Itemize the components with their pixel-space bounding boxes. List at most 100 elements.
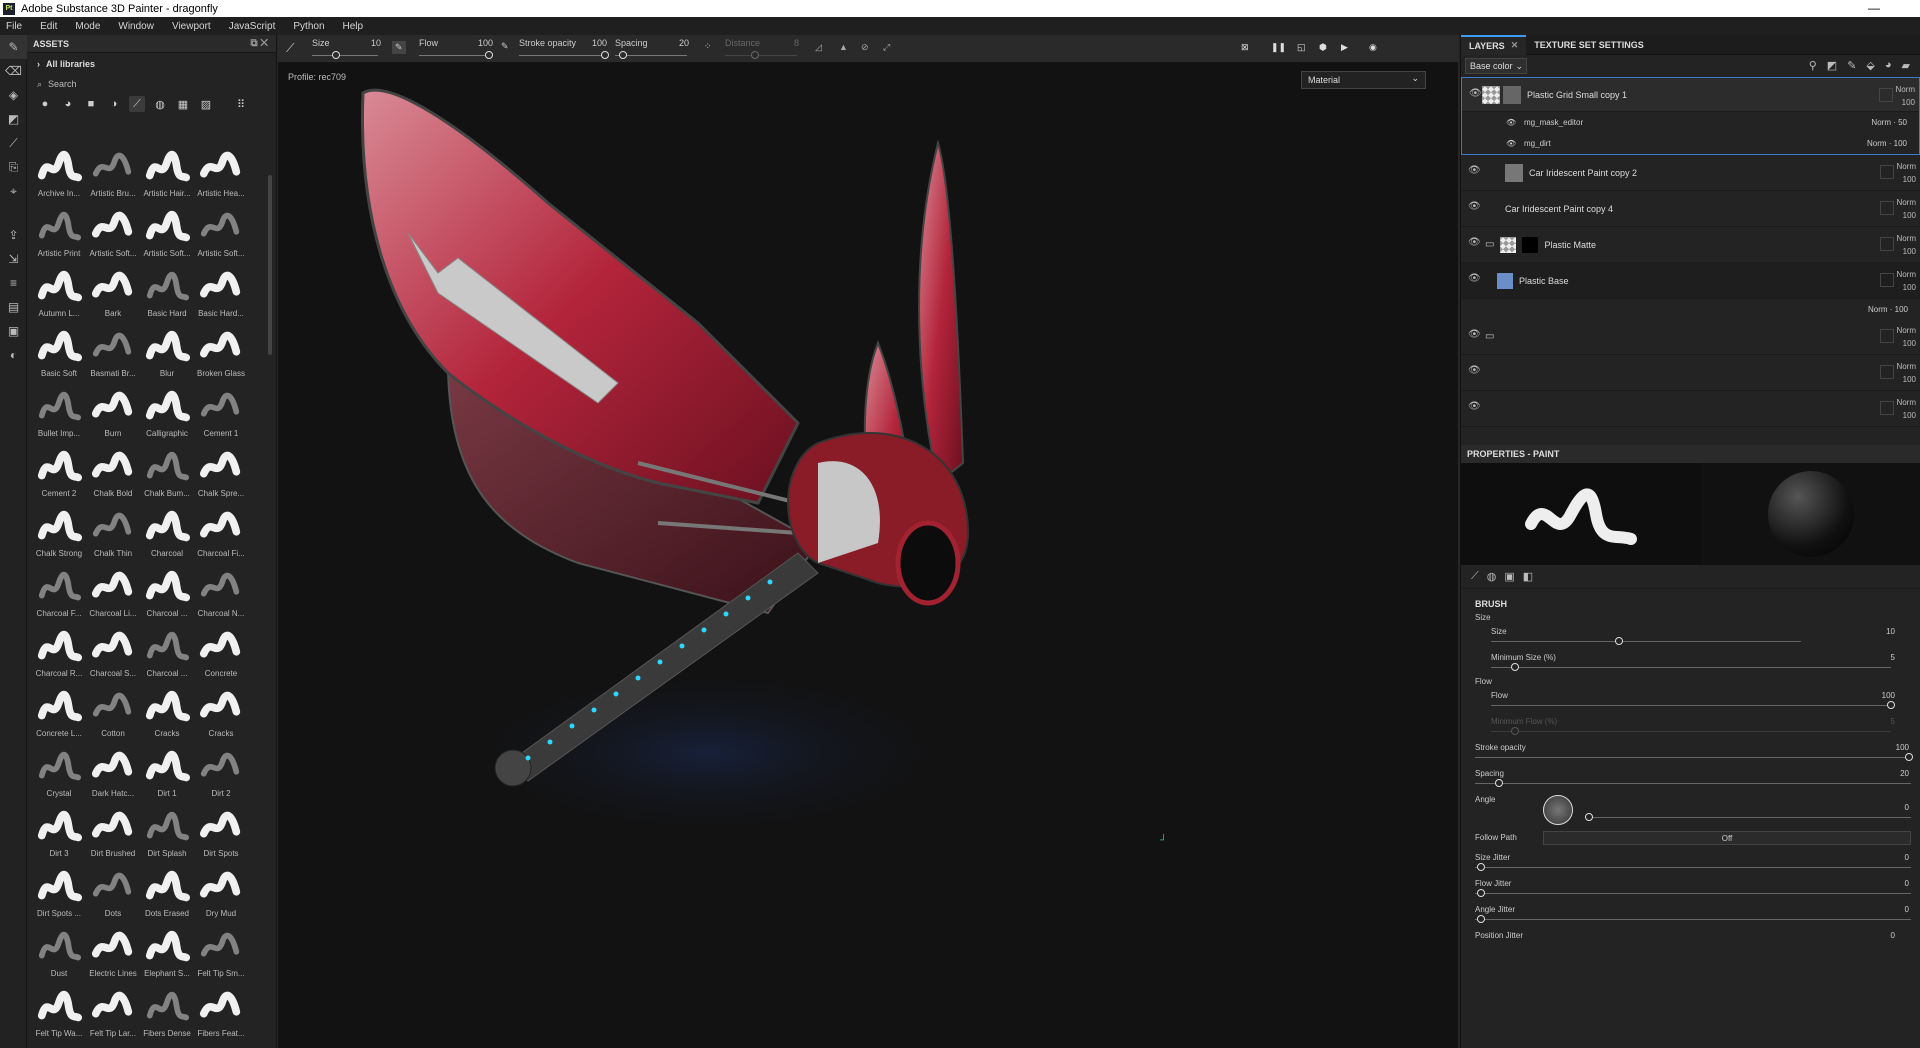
min-size-slider-row[interactable]: Minimum Size (%) 5: [1491, 651, 1920, 677]
brush-item[interactable]: Artistic Hair...: [141, 143, 193, 203]
alpha-filter-icon[interactable]: ◍: [152, 96, 168, 112]
menu-edit[interactable]: Edit: [40, 21, 57, 32]
brush-item[interactable]: Charcoal: [141, 503, 193, 563]
spacing-knob[interactable]: [1495, 779, 1503, 787]
toolbar-distance-knob[interactable]: [751, 50, 759, 59]
flow-slider-row[interactable]: Flow 100: [1491, 689, 1920, 715]
layer-row[interactable]: 👁 Car Iridescent Paint copy 4 Norm 100: [1461, 191, 1920, 227]
brush-item[interactable]: Electric Lines: [87, 923, 139, 983]
toolbar-flow-slider[interactable]: [419, 54, 491, 56]
sublayer-blend[interactable]: Norm · 50: [1871, 118, 1907, 127]
shelf-icon[interactable]: ▤: [0, 295, 27, 319]
eye-icon[interactable]: 👁: [1468, 165, 1481, 176]
transform-icon[interactable]: ⤢: [883, 42, 890, 53]
brush-item[interactable]: Dust: [33, 923, 85, 983]
brush-item[interactable]: Cotton: [87, 683, 139, 743]
alpha-tab-icon[interactable]: ◍: [1487, 570, 1497, 583]
brush-item[interactable]: Artistic Print: [33, 203, 85, 263]
brush-item[interactable]: Felt Tip Lar...: [87, 983, 139, 1043]
close-icon[interactable]: ✕: [1511, 40, 1519, 51]
layer-mask-slot[interactable]: [1880, 201, 1894, 215]
bake-icon[interactable]: ⇪: [0, 223, 27, 247]
brush-item[interactable]: Charcoal Li...: [87, 563, 139, 623]
menu-file[interactable]: File: [6, 21, 22, 32]
stroke-opacity-knob[interactable]: [1905, 753, 1913, 761]
smart-material-filter-icon[interactable]: ◕: [60, 96, 76, 112]
brush-item[interactable]: Bullet Imp...: [33, 383, 85, 443]
brush-item[interactable]: Charcoal F...: [33, 563, 85, 623]
menu-window[interactable]: Window: [118, 21, 154, 32]
view-grid-icon[interactable]: ⠿: [233, 96, 249, 112]
brush-item[interactable]: Cracks: [141, 683, 193, 743]
brush-item[interactable]: Basic Hard...: [195, 263, 247, 323]
camera-video-icon[interactable]: ▶: [1341, 42, 1348, 53]
brush-item[interactable]: Archive In...: [33, 143, 85, 203]
sublayer-row[interactable]: 👁 mg_mask_editor Norm · 50: [1462, 112, 1919, 133]
tab-texture-set-settings[interactable]: TEXTURE SET SETTINGS: [1526, 35, 1652, 55]
min-flow-knob[interactable]: [1511, 727, 1519, 735]
layer-mask-slot[interactable]: [1880, 273, 1894, 287]
material-tab-icon[interactable]: ◧: [1523, 570, 1533, 583]
layer-blend[interactable]: Norm 100: [1896, 232, 1916, 258]
follow-path-toggle[interactable]: Off: [1543, 831, 1911, 845]
brush-item[interactable]: Dark Hatc...: [87, 743, 139, 803]
stroke-opacity-row[interactable]: Stroke opacity 100: [1475, 741, 1920, 767]
eye-icon[interactable]: 👁: [1469, 88, 1482, 99]
brush-item[interactable]: Artistic Soft...: [141, 203, 193, 263]
layer-blend[interactable]: Norm 100: [1896, 196, 1916, 222]
layer-blend[interactable]: Norm 100: [1896, 396, 1916, 422]
flow-knob[interactable]: [1887, 701, 1895, 709]
position-jitter-row[interactable]: Position Jitter 0: [1475, 929, 1920, 945]
brush-item[interactable]: Charcoal R...: [33, 623, 85, 683]
picker-tool-icon[interactable]: ⌖: [0, 179, 27, 203]
sublayer-blend[interactable]: Norm · 100: [1867, 139, 1907, 148]
brush-item[interactable]: Dirt Brushed: [87, 803, 139, 863]
brush-item[interactable]: Fibers Dense: [141, 983, 193, 1043]
toolbar-size[interactable]: Size 10: [308, 35, 383, 63]
angle-knob[interactable]: [1585, 813, 1593, 821]
brush-item[interactable]: Dirt 3: [33, 803, 85, 863]
brush-item[interactable]: Dirt Spots ...: [33, 863, 85, 923]
brush-item[interactable]: Dirt Splash: [141, 803, 193, 863]
toolbar-stroke-opacity[interactable]: Stroke opacity 100: [517, 35, 609, 63]
line-icon[interactable]: ◿: [815, 42, 822, 53]
eye-icon[interactable]: 👁: [1468, 237, 1481, 248]
display-settings-icon[interactable]: ▣: [0, 319, 27, 343]
no-postfx-icon[interactable]: ⊠: [1241, 42, 1249, 53]
layer-blend[interactable]: Norm 100: [1896, 160, 1916, 186]
angle-jitter-slider[interactable]: [1475, 919, 1911, 920]
brush-item[interactable]: Cracks: [195, 683, 247, 743]
brush-item[interactable]: Basmati Br...: [87, 323, 139, 383]
min-flow-slider-row[interactable]: Minimum Flow (%) 5: [1491, 715, 1920, 741]
brush-item[interactable]: Chalk Strong: [33, 503, 85, 563]
eye-icon[interactable]: 👁: [1468, 329, 1481, 340]
layer-blend[interactable]: Norm 100: [1896, 268, 1916, 294]
brush-item[interactable]: Crystal: [33, 743, 85, 803]
brush-item[interactable]: Basic Soft: [33, 323, 85, 383]
brush-item[interactable]: Charcoal Fi...: [195, 503, 247, 563]
mask-icon[interactable]: ⊘: [861, 42, 869, 53]
camera-icon[interactable]: ◉: [1369, 42, 1377, 53]
eye-icon[interactable]: 👁: [1468, 401, 1481, 412]
brush-item[interactable]: Autumn L...: [33, 263, 85, 323]
polygon-fill-icon[interactable]: ◩: [0, 107, 27, 131]
search-input[interactable]: ⌕ Search: [27, 75, 276, 93]
eye-icon[interactable]: 👁: [1468, 201, 1481, 212]
eraser-tool-icon[interactable]: ⌫: [0, 59, 27, 83]
layer-mask-slot[interactable]: [1879, 88, 1893, 102]
brush-item[interactable]: Chalk Thin: [87, 503, 139, 563]
assets-scrollbar[interactable]: [268, 175, 272, 355]
eye-icon[interactable]: 👁: [1506, 139, 1516, 148]
brush-item[interactable]: Felt Tip Sm...: [195, 923, 247, 983]
clone-tool-icon[interactable]: ⎘: [0, 155, 27, 179]
size-jitter-slider[interactable]: [1475, 867, 1911, 868]
brush-filter-icon[interactable]: ⟋: [129, 96, 145, 112]
angle-jitter-knob[interactable]: [1477, 915, 1485, 923]
flow-slider[interactable]: [1491, 705, 1891, 706]
brush-item[interactable]: Artistic Bru...: [87, 143, 139, 203]
brush-item[interactable]: Dots: [87, 863, 139, 923]
layer-row[interactable]: 👁 ▭ Plastic Matte Norm 100: [1461, 227, 1920, 263]
layer-mask-slot[interactable]: [1880, 365, 1894, 379]
toolbar-spacing-knob[interactable]: [619, 50, 627, 59]
viewport-mode-select[interactable]: Material: [1301, 71, 1426, 89]
